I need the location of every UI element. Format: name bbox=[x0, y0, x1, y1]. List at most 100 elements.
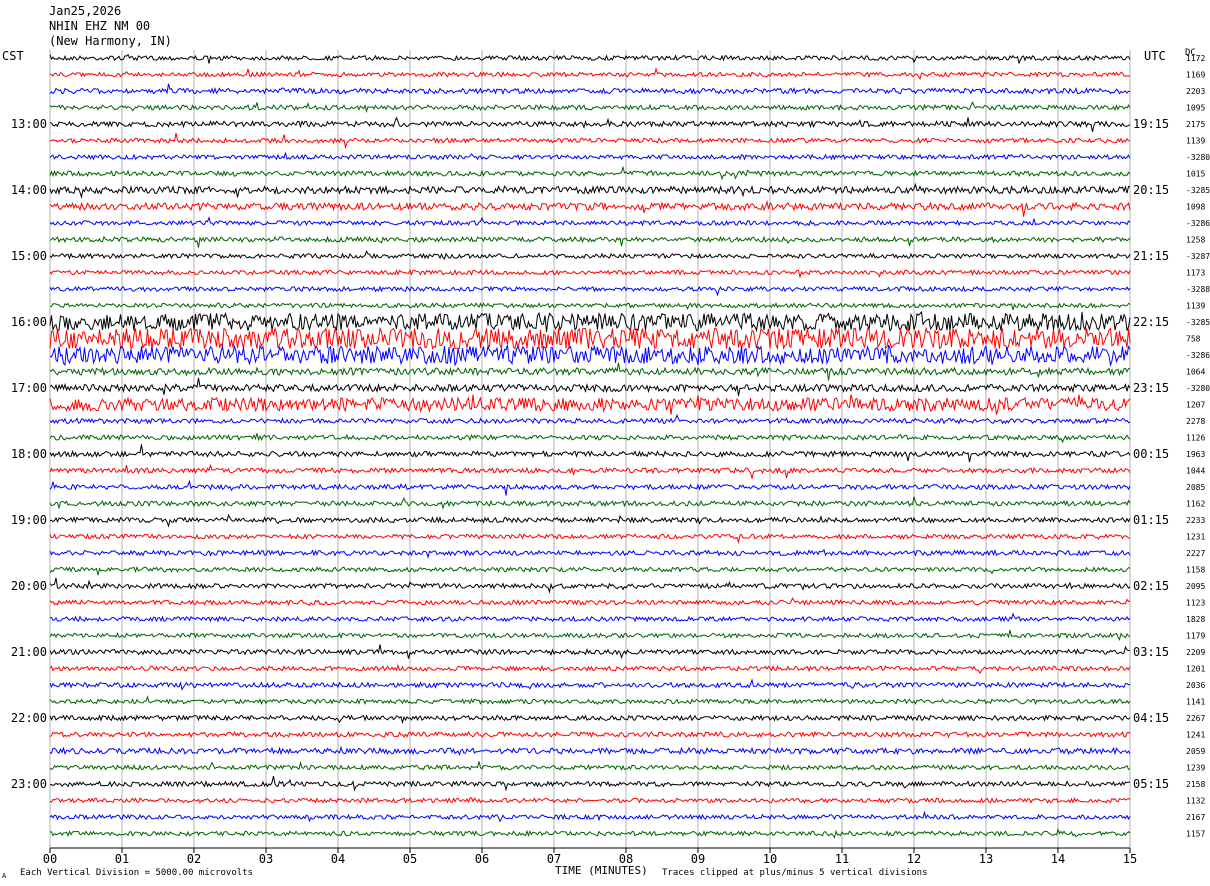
trace-line-11 bbox=[49, 235, 1131, 248]
x-tick-label: 13 bbox=[979, 852, 993, 866]
x-tick-label: 15 bbox=[1123, 852, 1137, 866]
dc-offset-label: -32878 bbox=[1186, 252, 1210, 261]
axis-labels: 00 01 02 03 04 05 06 07 08 09 10 11 12 13 14 1511721169… bbox=[11, 54, 1210, 866]
dc-offset-label: 1095 bbox=[1186, 104, 1205, 113]
right-hour-label: 04:15 bbox=[1133, 711, 1169, 725]
trace-line-29 bbox=[49, 533, 1131, 545]
trace-line-14 bbox=[49, 285, 1131, 297]
trace-line-7 bbox=[49, 165, 1131, 181]
trace-line-15 bbox=[49, 302, 1131, 311]
dc-offset-label: 1015 bbox=[1186, 170, 1205, 179]
x-tick-label: 09 bbox=[691, 852, 705, 866]
trace-line-20 bbox=[49, 377, 1131, 396]
trace-line-36 bbox=[49, 644, 1131, 660]
dc-offset-label: 1258 bbox=[1186, 236, 1205, 245]
left-hour-label: 20:00 bbox=[11, 579, 47, 593]
right-hour-label: 22:15 bbox=[1133, 315, 1169, 329]
trace-line-28 bbox=[49, 513, 1131, 528]
dc-offset-label: 1231 bbox=[1186, 533, 1205, 542]
trace-line-19 bbox=[49, 362, 1131, 381]
trace-line-0 bbox=[49, 53, 1131, 65]
right-hour-label: 03:15 bbox=[1133, 645, 1169, 659]
dc-offset-label: 2167 bbox=[1186, 813, 1205, 822]
x-tick-label: 12 bbox=[907, 852, 921, 866]
dc-offset-label: 1162 bbox=[1186, 500, 1205, 509]
trace-line-42 bbox=[49, 745, 1131, 757]
dc-offset-label: -32858 bbox=[1186, 318, 1210, 327]
right-hour-label: 21:15 bbox=[1133, 249, 1169, 263]
dc-offset-label: 2175 bbox=[1186, 120, 1205, 129]
trace-line-40 bbox=[49, 714, 1131, 725]
dc-offset-label: -32803 bbox=[1186, 153, 1210, 162]
trace-line-37 bbox=[49, 663, 1131, 675]
dc-offset-label: 2267 bbox=[1186, 714, 1205, 723]
right-hour-label: 19:15 bbox=[1133, 117, 1169, 131]
right-hour-label: 01:15 bbox=[1133, 513, 1169, 527]
left-hour-label: 23:00 bbox=[11, 777, 47, 791]
x-tick-label: 01 bbox=[115, 852, 129, 866]
x-tick-label: 14 bbox=[1051, 852, 1065, 866]
left-hour-label: 21:00 bbox=[11, 645, 47, 659]
dc-offset-label: 2085 bbox=[1186, 483, 1205, 492]
dc-offset-label: 2278 bbox=[1186, 417, 1205, 426]
scale-note: Each Vertical Division = 5000.00 microvo… bbox=[20, 868, 253, 878]
dc-offset-label: 1098 bbox=[1186, 203, 1205, 212]
dc-offset-label: 2095 bbox=[1186, 582, 1205, 591]
trace-line-3 bbox=[49, 101, 1131, 113]
trace-line-27 bbox=[49, 496, 1131, 510]
dc-offset-label: 2227 bbox=[1186, 549, 1205, 558]
trace-line-13 bbox=[49, 268, 1131, 279]
dc-offset-label: 758 bbox=[1186, 335, 1201, 344]
trace-line-9 bbox=[49, 199, 1131, 217]
dc-offset-label: 1132 bbox=[1186, 797, 1205, 806]
dc-offset-label: 1044 bbox=[1186, 467, 1205, 476]
dc-offset-label: -32865 bbox=[1186, 351, 1210, 360]
dc-offset-label: 1828 bbox=[1186, 615, 1205, 624]
left-hour-label: 15:00 bbox=[11, 249, 47, 263]
dc-offset-label: 1963 bbox=[1186, 450, 1205, 459]
dc-offset-label: 1241 bbox=[1186, 731, 1205, 740]
trace-line-34 bbox=[49, 612, 1131, 623]
trace-line-44 bbox=[49, 775, 1130, 792]
trace-line-26 bbox=[49, 479, 1131, 496]
dc-offset-label: -32807 bbox=[1186, 384, 1210, 393]
trace-line-33 bbox=[49, 597, 1131, 607]
trace-line-41 bbox=[49, 730, 1131, 739]
trace-line-23 bbox=[49, 433, 1131, 444]
trace-line-32 bbox=[49, 577, 1131, 594]
dc-offset-label: 1169 bbox=[1186, 71, 1205, 80]
dc-offset-label: 1158 bbox=[1186, 566, 1205, 575]
trace-line-1 bbox=[49, 66, 1131, 81]
right-hour-label: 00:15 bbox=[1133, 447, 1169, 461]
trace-line-22 bbox=[49, 413, 1131, 425]
dc-offset-label: 1179 bbox=[1186, 632, 1205, 641]
x-tick-label: 05 bbox=[403, 852, 417, 866]
right-hour-label: 02:15 bbox=[1133, 579, 1169, 593]
right-hour-label: 05:15 bbox=[1133, 777, 1169, 791]
dc-offset-label: -32861 bbox=[1186, 219, 1210, 228]
dc-offset-label: 2036 bbox=[1186, 681, 1205, 690]
x-tick-label: 06 bbox=[475, 852, 489, 866]
left-hour-label: 19:00 bbox=[11, 513, 47, 527]
trace-line-38 bbox=[49, 678, 1131, 691]
x-tick-label: 11 bbox=[835, 852, 849, 866]
x-axis-title: TIME (MINUTES) bbox=[555, 864, 648, 877]
dc-offset-label: 1173 bbox=[1186, 269, 1205, 278]
trace-line-6 bbox=[49, 152, 1131, 161]
dc-offset-label: 2233 bbox=[1186, 516, 1205, 525]
trace-line-12 bbox=[49, 249, 1131, 260]
dc-offset-label: 1201 bbox=[1186, 665, 1205, 674]
trace-line-4 bbox=[49, 116, 1131, 132]
trace-line-31 bbox=[49, 565, 1131, 576]
x-tick-label: 04 bbox=[331, 852, 345, 866]
trace-line-8 bbox=[49, 182, 1131, 199]
dc-offset-label: 2203 bbox=[1186, 87, 1205, 96]
trace-line-46 bbox=[49, 810, 1131, 823]
trace-line-17 bbox=[49, 326, 1131, 351]
dc-offset-label: 1123 bbox=[1186, 599, 1205, 608]
dc-offset-label: 1141 bbox=[1186, 698, 1205, 707]
dc-offset-label: 1207 bbox=[1186, 401, 1205, 410]
left-hour-label: 18:00 bbox=[11, 447, 47, 461]
dc-offset-label: 2209 bbox=[1186, 648, 1205, 657]
dc-offset-label: -32882 bbox=[1186, 285, 1210, 294]
